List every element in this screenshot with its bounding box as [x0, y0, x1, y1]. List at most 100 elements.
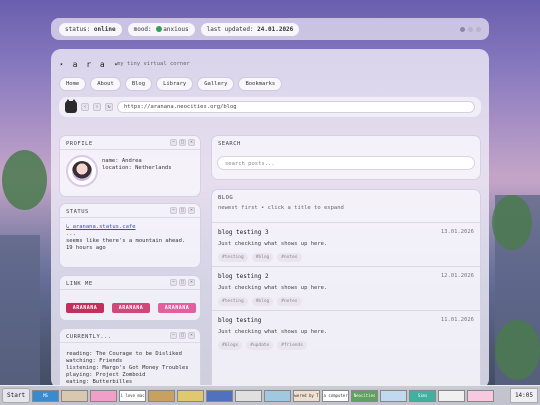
taskbar-button[interactable]	[264, 389, 292, 402]
post-date: 13.01.2026	[440, 229, 474, 235]
site-tagline: my tiny virtual corner	[117, 61, 190, 67]
blog-post[interactable]: blog testing 2 12.01.2026 Just checking …	[212, 266, 480, 308]
minimize-button[interactable]: –	[170, 207, 177, 214]
post-tag[interactable]: #testing	[218, 253, 248, 262]
window-dot-icon[interactable]	[476, 26, 481, 32]
window-dot-icon[interactable]	[468, 26, 473, 32]
mood-chip: mood: anxious	[127, 22, 195, 36]
taskbar-button[interactable]	[206, 389, 234, 402]
link-me-panel: LINK ME – □ × ARANANA ARANANA ARANANA	[59, 275, 201, 321]
nav-bar: Home About Blog Library Gallery Bookmark…	[59, 77, 283, 91]
taskbar-button[interactable]	[148, 389, 176, 402]
panel-title: SEARCH	[218, 141, 241, 147]
post-tags: #testing #blog #notes	[218, 297, 302, 306]
post-tag[interactable]: #blog	[251, 253, 274, 262]
taskbar-button[interactable]: powered by TEA	[293, 389, 321, 402]
nav-home[interactable]: Home	[59, 77, 87, 91]
search-input[interactable]: search posts...	[217, 156, 475, 170]
post-tag[interactable]: #notes	[277, 253, 302, 262]
mood-emoji-icon	[156, 26, 163, 32]
close-button[interactable]: ×	[188, 279, 195, 286]
back-button[interactable]: ‹	[81, 103, 89, 111]
panel-controls: – □ ×	[170, 279, 195, 286]
url-bar[interactable]: https://aranana.neocities.org/blog	[117, 101, 475, 113]
minimize-button[interactable]: –	[170, 279, 177, 286]
nav-bookmarks[interactable]: Bookmarks	[238, 77, 283, 91]
nav-gallery[interactable]: Gallery	[197, 77, 235, 91]
taskbar-button[interactable]: i love mac	[119, 389, 147, 402]
panel-controls: – □ ×	[170, 332, 195, 339]
post-tag[interactable]: #friends	[277, 341, 307, 350]
taskbar-button[interactable]	[235, 389, 263, 402]
site-logo[interactable]: ⋆ a r a ⋆	[59, 60, 120, 69]
updated-value: 24.01.2026	[257, 25, 294, 33]
status-cafe-link[interactable]: ↳ aranana.status.cafe	[66, 224, 185, 231]
status-value: online	[93, 25, 116, 33]
background-building	[0, 235, 40, 385]
taskbar-button[interactable]: Neocities	[351, 389, 379, 402]
avatar-image	[72, 161, 92, 181]
status-message: seems like there's a mountain ahead.	[66, 238, 186, 244]
post-tag[interactable]: #update	[246, 341, 274, 350]
taskbar-button[interactable]	[177, 389, 205, 402]
blog-post[interactable]: blog testing 11.01.2026 Just checking wh…	[212, 310, 480, 352]
panel-title: CURRENTLY...	[66, 334, 112, 340]
status-content: ↳ aranana.status.cafe ... seems like the…	[66, 224, 185, 252]
window-controls	[460, 26, 481, 32]
panel-title: PROFILE	[66, 141, 93, 147]
profile-location: location: Netherlands	[102, 165, 172, 171]
close-button[interactable]: ×	[188, 332, 195, 339]
minimize-button[interactable]: –	[170, 332, 177, 339]
taskbar-button[interactable]	[467, 389, 495, 402]
link-badge[interactable]: ARANANA	[66, 303, 104, 313]
browser-bar: ‹ › ↻ https://aranana.neocities.org/blog	[59, 97, 481, 117]
panel-controls: – □ ×	[170, 139, 195, 146]
post-date: 12.01.2026	[440, 273, 474, 279]
currently-list: reading: The Courage to be Disliked watc…	[66, 351, 189, 386]
taskbar-button[interactable]: MS	[32, 389, 60, 402]
post-tag[interactable]: #blog	[251, 297, 274, 306]
status-dots: ...	[66, 231, 76, 237]
nav-blog[interactable]: Blog	[124, 77, 153, 91]
post-title[interactable]: blog testing 2	[218, 273, 269, 280]
window-dot-icon[interactable]	[460, 26, 465, 32]
maximize-button[interactable]: □	[179, 207, 186, 214]
close-button[interactable]: ×	[188, 207, 195, 214]
currently-listening: listening: Margo's Got Money Troubles	[66, 365, 189, 371]
refresh-button[interactable]: ↻	[105, 103, 113, 111]
post-tag[interactable]: #testing	[218, 297, 248, 306]
maximize-button[interactable]: □	[179, 332, 186, 339]
start-button[interactable]: Start	[2, 388, 31, 403]
post-title[interactable]: blog testing	[218, 317, 261, 324]
taskbar-button[interactable]: a computer	[322, 389, 350, 402]
profile-name: name: Andrea	[102, 158, 142, 164]
post-tag[interactable]: #notes	[277, 297, 302, 306]
background-plant	[492, 195, 532, 250]
panel-title: STATUS	[66, 209, 89, 215]
maximize-button[interactable]: □	[179, 139, 186, 146]
post-tags: #testing #blog #notes	[218, 253, 302, 262]
maximize-button[interactable]: □	[179, 279, 186, 286]
taskbar-button[interactable]	[438, 389, 466, 402]
link-badge[interactable]: ARANANA	[158, 303, 196, 313]
blog-post[interactable]: blog testing 3 13.01.2026 Just checking …	[212, 222, 480, 264]
status-bar: status: online mood: anxious last update…	[51, 18, 489, 40]
blog-panel: BLOG newest first • click a title to exp…	[211, 189, 481, 389]
post-body: Just checking what shows up here.	[218, 329, 328, 335]
close-button[interactable]: ×	[188, 139, 195, 146]
post-date: 11.01.2026	[440, 317, 474, 323]
taskbar-button[interactable]: Sims	[409, 389, 437, 402]
link-badge[interactable]: ARANANA	[112, 303, 150, 313]
forward-button[interactable]: ›	[93, 103, 101, 111]
post-title[interactable]: blog testing 3	[218, 229, 269, 236]
taskbar-button[interactable]	[61, 389, 89, 402]
panel-title: LINK ME	[66, 281, 93, 287]
updated-label: last updated:	[206, 25, 258, 33]
post-tag[interactable]: #blogs	[218, 341, 243, 350]
nav-about[interactable]: About	[90, 77, 121, 91]
minimize-button[interactable]: –	[170, 139, 177, 146]
nav-library[interactable]: Library	[156, 77, 194, 91]
taskbar-button[interactable]	[380, 389, 408, 402]
taskbar-button[interactable]	[90, 389, 118, 402]
avatar	[66, 155, 98, 187]
